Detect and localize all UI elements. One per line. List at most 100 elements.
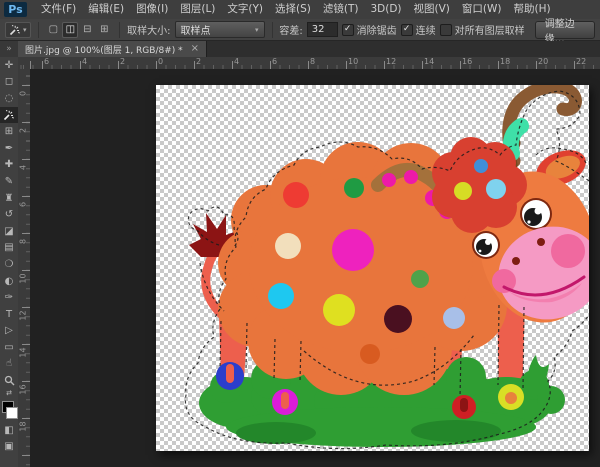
ruler-tick-label: 2	[120, 57, 125, 66]
ruler-tick-label: 2	[196, 57, 201, 66]
quick-mask-button[interactable]: ◧	[0, 422, 18, 439]
zoom-icon	[4, 375, 15, 386]
ruler-tick-label: 10	[348, 57, 358, 66]
ruler-tick-label: 18	[19, 421, 28, 433]
tool-path-selection[interactable]: ▷	[0, 323, 18, 340]
tool-history-brush[interactable]: ↺	[0, 206, 18, 223]
mode-intersect-selection[interactable]: ⊞	[96, 22, 112, 38]
ruler-tick-label: 4	[234, 57, 239, 66]
tool-hand[interactable]: ☝	[0, 356, 18, 373]
sample-all-layers-label: 对所有图层取样	[455, 22, 525, 37]
sample-all-layers-checkbox[interactable]	[440, 24, 452, 36]
sample-size-dropdown[interactable]: 取样点 ▾	[175, 21, 265, 38]
menu-3d[interactable]: 3D(D)	[364, 0, 407, 19]
tool-dodge[interactable]: ◐	[0, 273, 18, 290]
anti-alias-checkbox[interactable]	[342, 24, 354, 36]
sample-size-value: 取样点	[181, 22, 211, 37]
tool-blur[interactable]: ❍	[0, 256, 18, 273]
mode-add-to-selection[interactable]: ◫	[62, 22, 78, 38]
document-tab-bar: » 图片.jpg @ 100%(图层 1, RGB/8#) * ×	[0, 41, 600, 57]
photoshop-logo: Ps	[4, 2, 27, 17]
tool-rectangular-marquee[interactable]: ◻	[0, 74, 18, 91]
tool-pen[interactable]: ✑	[0, 289, 18, 306]
menu-bar: Ps 文件(F) 编辑(E) 图像(I) 图层(L) 文字(Y) 选择(S) 滤…	[0, 0, 600, 20]
ruler-tick-label: 14	[424, 57, 434, 66]
ruler-tick-label: 4	[19, 162, 28, 174]
magic-wand-icon	[3, 109, 15, 121]
tool-eyedropper[interactable]: ✒	[0, 140, 18, 157]
document-canvas[interactable]	[156, 85, 589, 451]
dropdown-arrow-icon: ▾	[255, 26, 259, 34]
ruler-tick-label: 12	[386, 57, 396, 66]
contiguous-option[interactable]: 连续	[401, 22, 436, 37]
anti-alias-label: 消除锯齿	[357, 22, 397, 37]
anti-alias-option[interactable]: 消除锯齿	[342, 22, 397, 37]
document-title: 图片.jpg @ 100%(图层 1, RGB/8#) *	[25, 43, 183, 56]
ruler-tick-label: 6	[19, 199, 28, 211]
tool-magic-wand[interactable]	[0, 107, 18, 124]
ruler-tick-label: 16	[462, 57, 472, 66]
mode-new-selection[interactable]: ▢	[45, 22, 61, 38]
menu-edit[interactable]: 编辑(E)	[82, 0, 130, 19]
ruler-tick-label: 2	[19, 125, 28, 137]
panel-collapse-icon[interactable]: »	[0, 41, 18, 57]
tool-gradient[interactable]: ▤	[0, 240, 18, 257]
tool-type[interactable]: T	[0, 306, 18, 323]
document-tab[interactable]: 图片.jpg @ 100%(图层 1, RGB/8#) * ×	[18, 41, 207, 57]
ruler-tick-label: 6	[272, 57, 277, 66]
menu-window[interactable]: 窗口(W)	[456, 0, 508, 19]
close-tab-icon[interactable]: ×	[191, 44, 199, 54]
contiguous-checkbox[interactable]	[401, 24, 413, 36]
tool-crop[interactable]: ⊞	[0, 123, 18, 140]
menu-layer[interactable]: 图层(L)	[174, 0, 221, 19]
color-swatches[interactable]	[0, 398, 18, 422]
tool-brush[interactable]: ✎	[0, 173, 18, 190]
tool-lasso[interactable]: ◌	[0, 90, 18, 107]
mode-subtract-selection[interactable]: ⊟	[79, 22, 95, 38]
preset-caret: ▾	[23, 26, 27, 34]
ruler-tick-label: 18	[500, 57, 510, 66]
menu-type[interactable]: 文字(Y)	[221, 0, 269, 19]
sample-all-layers-option[interactable]: 对所有图层取样	[440, 22, 525, 37]
ruler-tick-label: 0	[19, 88, 28, 100]
separator	[272, 22, 273, 38]
menu-image[interactable]: 图像(I)	[130, 0, 174, 19]
magic-wand-icon	[9, 24, 21, 36]
tools-panel: ✛ ◻ ◌ ⊞ ✒ ✚ ✎ ♜ ↺ ◪ ▤ ❍ ◐ ✑ T ▷ ▭ ☝	[0, 57, 19, 467]
menu-view[interactable]: 视图(V)	[408, 0, 456, 19]
tool-zoom[interactable]	[0, 372, 18, 389]
cow-artwork	[156, 85, 589, 451]
swap-colors-icon[interactable]: ⇄	[0, 389, 18, 398]
sample-size-label: 取样大小:	[127, 22, 170, 37]
ruler-tick-label: 14	[19, 347, 28, 359]
ruler-tick-label: 10	[19, 273, 28, 285]
ruler-tick-label: 20	[538, 57, 548, 66]
tolerance-input[interactable]: 32	[307, 22, 338, 37]
menu-select[interactable]: 选择(S)	[269, 0, 317, 19]
menu-filter[interactable]: 滤镜(T)	[317, 0, 365, 19]
tool-eraser[interactable]: ◪	[0, 223, 18, 240]
ruler-tick-label: 0	[158, 57, 163, 66]
tool-shape[interactable]: ▭	[0, 339, 18, 356]
tool-move[interactable]: ✛	[0, 57, 18, 74]
tool-options-bar: ▾ ▢ ◫ ⊟ ⊞ 取样大小: 取样点 ▾ 容差: 32 消除锯齿 连续 对所有…	[0, 19, 600, 41]
ruler-tick-label: 6	[44, 57, 49, 66]
contiguous-label: 连续	[416, 22, 436, 37]
tool-spot-healing[interactable]: ✚	[0, 157, 18, 174]
menu-file[interactable]: 文件(F)	[35, 0, 82, 19]
ruler-tick-label: 12	[19, 310, 28, 322]
current-tool-preset[interactable]: ▾	[5, 22, 31, 38]
separator	[38, 22, 39, 38]
tool-clone-stamp[interactable]: ♜	[0, 190, 18, 207]
separator	[119, 22, 120, 38]
background-color-swatch[interactable]	[6, 407, 18, 419]
screen-mode-button[interactable]: ▣	[0, 438, 18, 455]
ruler-tick-label: 4	[82, 57, 87, 66]
ruler-tick-label: 8	[310, 57, 315, 66]
ruler-tick-label: 22	[576, 57, 586, 66]
selection-mode-buttons: ▢ ◫ ⊟ ⊞	[45, 22, 112, 38]
tolerance-label: 容差:	[279, 22, 302, 37]
refine-edge-button[interactable]: 调整边缘…	[535, 21, 595, 39]
ruler-tick-label: 8	[19, 236, 28, 248]
photoshop-window: Ps 文件(F) 编辑(E) 图像(I) 图层(L) 文字(Y) 选择(S) 滤…	[0, 0, 600, 467]
